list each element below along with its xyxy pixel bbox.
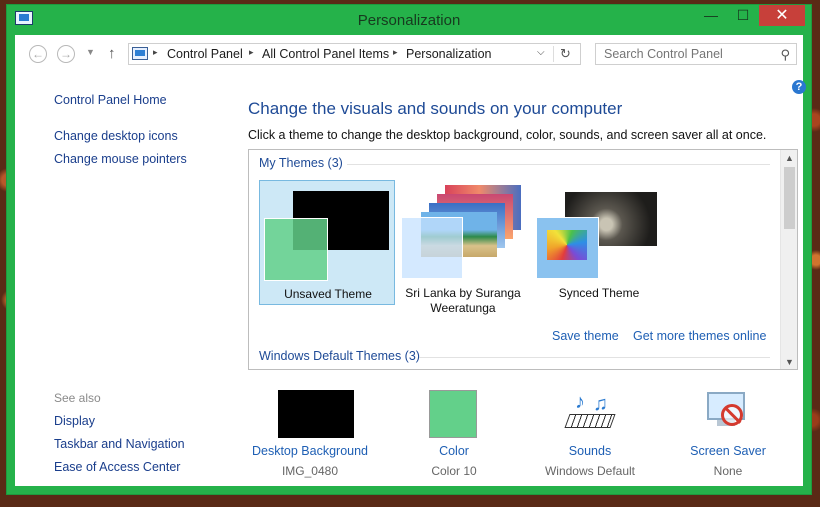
display-link[interactable]: Display xyxy=(54,414,95,428)
maximize-button[interactable]: ☐ xyxy=(729,5,757,26)
theme-sri-lanka[interactable]: Sri Lanka by Suranga Weeratunga xyxy=(395,180,531,315)
divider xyxy=(553,46,554,62)
theme-color-swatch xyxy=(401,217,463,279)
scroll-up-icon[interactable]: ▲ xyxy=(781,153,797,163)
theme-color-swatch xyxy=(264,218,328,281)
personalization-window: Personalization — ☐ ✕ ← → ▼ ↑ ▸ Control … xyxy=(6,4,812,495)
recent-locations-dropdown[interactable]: ▼ xyxy=(86,47,95,57)
my-themes-group-label[interactable]: My Themes (3) xyxy=(259,156,343,170)
group-divider xyxy=(419,357,770,358)
theme-unsaved[interactable]: Unsaved Theme xyxy=(259,180,395,305)
theme-name: Sri Lanka by Suranga Weeratunga xyxy=(405,286,521,315)
address-bar[interactable]: ▸ Control Panel ▸ All Control Panel Item… xyxy=(128,43,581,65)
screen-saver-value: None xyxy=(713,464,743,478)
sounds-value: Windows Default xyxy=(544,464,636,478)
page-title: Change the visuals and sounds on your co… xyxy=(248,99,623,118)
search-icon[interactable]: ⚲ xyxy=(780,47,790,63)
change-desktop-icons-link[interactable]: Change desktop icons xyxy=(54,129,178,143)
minimize-button[interactable]: — xyxy=(697,5,725,26)
forward-button[interactable]: → xyxy=(57,45,75,63)
back-button[interactable]: ← xyxy=(29,45,47,63)
color-fan-icon xyxy=(547,230,587,260)
control-panel-icon xyxy=(132,47,148,60)
group-divider xyxy=(347,164,770,165)
address-dropdown-icon[interactable]: ⌵ xyxy=(537,47,545,58)
breadcrumb-separator[interactable]: ▸ xyxy=(249,47,254,58)
gallery-scrollbar[interactable]: ▲ ▼ xyxy=(780,150,797,369)
color-icon xyxy=(429,390,477,438)
color-value: Color 10 xyxy=(431,464,477,478)
breadcrumb-separator[interactable]: ▸ xyxy=(393,47,398,58)
screen-saver-icon xyxy=(705,390,753,436)
theme-name: Unsaved Theme xyxy=(284,287,372,301)
window-title: Personalization xyxy=(357,12,461,29)
control-panel-home-link[interactable]: Control Panel Home xyxy=(54,93,167,107)
theme-name: Synced Theme xyxy=(558,286,640,300)
breadcrumb-separator[interactable]: ▸ xyxy=(153,47,158,58)
sounds-label[interactable]: Sounds xyxy=(525,444,655,458)
search-input[interactable] xyxy=(596,44,780,64)
desktop-background-value: IMG_0480 xyxy=(281,464,339,478)
theme-gallery: My Themes (3) Unsaved Theme Sri Lanka by… xyxy=(248,149,798,370)
title-bar[interactable]: Personalization — ☐ ✕ xyxy=(7,5,811,35)
sounds-icon: ♪ ♫ xyxy=(564,392,616,436)
change-mouse-pointers-link[interactable]: Change mouse pointers xyxy=(54,152,187,166)
search-box[interactable]: ⚲ xyxy=(595,43,797,65)
theme-color-swatch xyxy=(536,217,599,279)
default-themes-group-label[interactable]: Windows Default Themes (3) xyxy=(259,349,420,363)
breadcrumb-all-items[interactable]: All Control Panel Items xyxy=(262,47,389,61)
close-button[interactable]: ✕ xyxy=(759,5,805,26)
scroll-thumb[interactable] xyxy=(784,167,795,229)
taskbar-navigation-link[interactable]: Taskbar and Navigation xyxy=(54,437,185,451)
page-description: Click a theme to change the desktop back… xyxy=(248,128,767,142)
desktop-background-icon xyxy=(278,390,354,438)
theme-synced[interactable]: Synced Theme xyxy=(531,180,667,305)
get-more-themes-link[interactable]: Get more themes online xyxy=(633,329,766,343)
see-also-heading: See also xyxy=(54,391,101,405)
color-label[interactable]: Color xyxy=(389,444,519,458)
refresh-icon[interactable]: ↻ xyxy=(560,46,571,62)
breadcrumb-personalization[interactable]: Personalization xyxy=(406,47,491,61)
desktop-background-label[interactable]: Desktop Background xyxy=(245,444,375,458)
ease-of-access-link[interactable]: Ease of Access Center xyxy=(54,460,180,474)
up-button[interactable]: ↑ xyxy=(108,45,116,62)
save-theme-link[interactable]: Save theme xyxy=(552,329,619,343)
screen-saver-label[interactable]: Screen Saver xyxy=(663,444,793,458)
window-content: ← → ▼ ↑ ▸ Control Panel ▸ All Control Pa… xyxy=(15,35,806,486)
breadcrumb-control-panel[interactable]: Control Panel xyxy=(167,47,243,61)
scroll-down-icon[interactable]: ▼ xyxy=(781,357,797,367)
help-icon[interactable]: ? xyxy=(792,80,806,94)
